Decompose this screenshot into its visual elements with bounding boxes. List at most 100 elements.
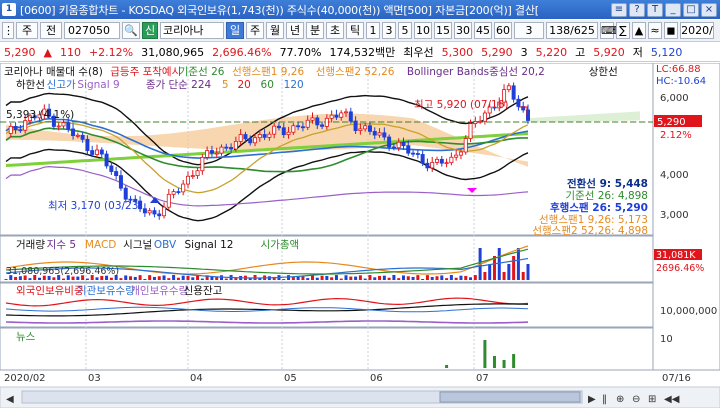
- interval-3[interactable]: 3: [382, 22, 396, 39]
- candle-body: [114, 171, 119, 177]
- volume-ratio: 2,696.46%: [212, 45, 272, 59]
- candle-body: [281, 127, 286, 136]
- candle-body: [8, 126, 13, 134]
- legend-item: 신용잔고: [184, 285, 223, 297]
- minimize-button[interactable]: _: [665, 2, 681, 17]
- interval-1[interactable]: 1: [366, 22, 380, 39]
- candle-body: [449, 156, 454, 164]
- period-type-select[interactable]: 전: [40, 22, 62, 39]
- volume-bar: [176, 277, 180, 280]
- pause-icon[interactable]: ‖: [602, 394, 607, 405]
- candle-body: [118, 175, 123, 189]
- candle-body: [305, 119, 310, 128]
- volume-bar: [325, 275, 329, 280]
- volume-bar: [516, 248, 520, 280]
- stock-code-input[interactable]: 027050: [64, 22, 120, 39]
- volume-bar: [95, 277, 99, 280]
- yearly-button[interactable]: 년: [286, 22, 304, 39]
- x-axis-label: 07: [476, 373, 489, 384]
- candle-body: [56, 125, 61, 128]
- date-input[interactable]: 2020/: [680, 22, 714, 39]
- interval-10[interactable]: 10: [414, 22, 432, 39]
- low-price-2: 5,120: [650, 45, 683, 59]
- count-input[interactable]: 3: [514, 22, 544, 39]
- volume-bar: [330, 277, 334, 280]
- volume-bar: [181, 275, 185, 280]
- square-icon[interactable]: ◼: [664, 22, 678, 39]
- second-button[interactable]: 초: [326, 22, 344, 39]
- text-button[interactable]: T: [647, 2, 663, 17]
- scroll-left-icon[interactable]: ◀: [6, 394, 14, 405]
- candle-body: [257, 134, 262, 139]
- legend-item: 시그널: [123, 239, 152, 251]
- low-label: 저: [632, 46, 643, 59]
- close-button[interactable]: ×: [701, 2, 717, 17]
- menu-button[interactable]: ≡: [611, 2, 627, 17]
- candle-body: [415, 153, 420, 155]
- legend-item: 거래량: [16, 239, 45, 251]
- chart-area[interactable]: 코리아나 매물대 수(8) 급등주 포착예시 기준선 26 선행스팬1 9,26 선행스…: [0, 62, 720, 408]
- search-icon[interactable]: 🔍: [122, 22, 140, 39]
- candle-body: [344, 111, 349, 114]
- interval-5[interactable]: 5: [398, 22, 412, 39]
- x-axis-label: 03: [88, 373, 101, 384]
- volume-bar: [459, 275, 463, 280]
- candle-body: [147, 210, 152, 214]
- maximize-button[interactable]: □: [683, 2, 699, 17]
- grid-icon[interactable]: ⊞: [648, 394, 656, 405]
- news-bar: [512, 354, 516, 368]
- candle-body: [13, 126, 18, 131]
- minute-button[interactable]: 분: [306, 22, 324, 39]
- candle-body: [238, 134, 243, 142]
- triangle-icon[interactable]: ▲: [632, 22, 646, 39]
- market-select[interactable]: 주: [16, 22, 38, 39]
- sum-icon[interactable]: ∑: [616, 22, 630, 39]
- candle-body: [435, 158, 440, 163]
- grip-icon[interactable]: ⋮: [2, 22, 14, 39]
- candle-body: [516, 98, 521, 107]
- interval-15[interactable]: 15: [434, 22, 452, 39]
- candle-body: [406, 145, 411, 154]
- last-date-label: 07/16: [662, 373, 691, 384]
- bid-quantity: 3: [520, 45, 528, 59]
- legend-item: MACD: [85, 239, 116, 251]
- keyboard-icon[interactable]: ⌨: [600, 22, 617, 39]
- low-note: 최저 3,170 (03/23): [48, 200, 143, 212]
- interval-60[interactable]: 60: [494, 22, 512, 39]
- volume-bar: [320, 275, 324, 280]
- x-axis-label: 06: [370, 373, 383, 384]
- chart-svg[interactable]: 코리아나 매물대 수(8) 급등주 포착예시기준선 26 선행스팬1 9,26 선행스…: [0, 62, 720, 408]
- candle-body: [363, 125, 368, 130]
- help-button[interactable]: ?: [629, 2, 645, 17]
- stock-name-field[interactable]: 코리아나: [160, 22, 224, 39]
- high-price: 5,920: [593, 45, 625, 59]
- wave-icon[interactable]: ≈: [648, 22, 662, 39]
- legend-item: 60: [261, 79, 274, 91]
- volume-bar: [71, 276, 75, 280]
- monthly-button[interactable]: 월: [266, 22, 284, 39]
- candle-body: [329, 114, 334, 119]
- scroll-right-icon[interactable]: ▶: [588, 394, 596, 405]
- rewind-icon[interactable]: ◀◀: [664, 394, 680, 405]
- candle-body: [253, 137, 258, 144]
- zoom-out-icon[interactable]: ⊖: [632, 394, 640, 405]
- candle-body: [420, 154, 425, 164]
- tick-button[interactable]: 틱: [346, 22, 364, 39]
- legend-item: 선행스팬1 9,26: [232, 66, 304, 78]
- news-panel[interactable]: [0, 327, 654, 371]
- scroll-thumb[interactable]: [439, 391, 581, 403]
- candle-body: [315, 117, 320, 126]
- volume-tick: 31,081K: [656, 250, 696, 261]
- news-legend: 뉴스: [16, 331, 36, 343]
- interval-30[interactable]: 30: [454, 22, 472, 39]
- interval-45[interactable]: 45: [474, 22, 492, 39]
- legend-item: 120: [284, 79, 304, 91]
- weekly-button[interactable]: 주: [246, 22, 264, 39]
- legend-item: 코리아나 매물대 수(8): [4, 66, 103, 78]
- zoom-in-icon[interactable]: ⊕: [616, 394, 624, 405]
- candle-body: [358, 128, 363, 131]
- volume-bar: [109, 277, 113, 280]
- volume-bar: [358, 275, 362, 280]
- daily-button[interactable]: 일: [226, 22, 244, 39]
- price-tick-3000: 3,000: [660, 210, 689, 221]
